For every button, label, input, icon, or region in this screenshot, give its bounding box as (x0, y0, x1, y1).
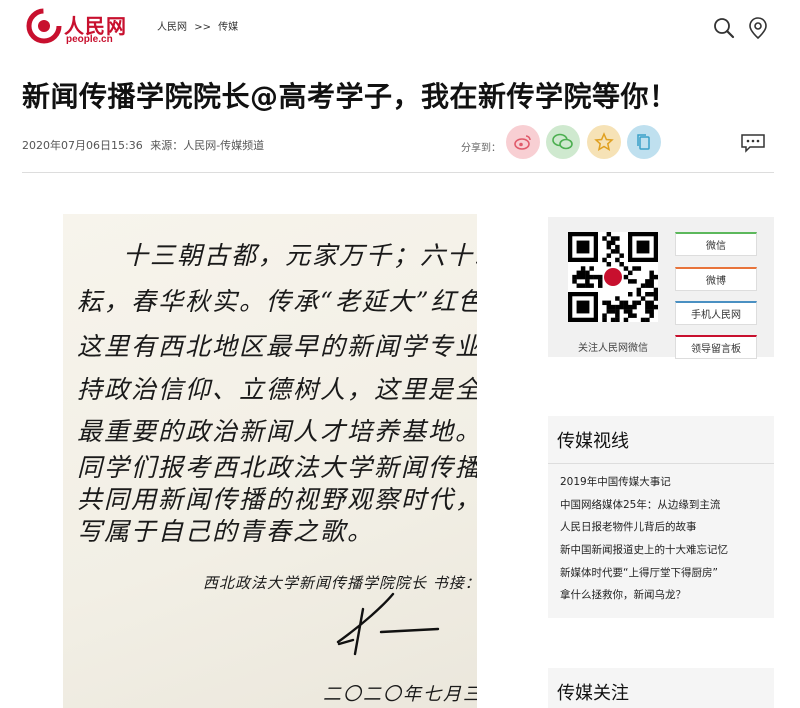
follow-box: 关注人民网微信 微信 微博 手机人民网 领导留言板 (548, 217, 774, 359)
link-weibo[interactable]: 微博 (675, 267, 757, 291)
list-item[interactable]: 2019年中国传媒大事记 (560, 471, 774, 494)
breadcrumb: 人民网 >> 传媒 (157, 18, 242, 33)
link-message-board[interactable]: 领导留言板 (675, 335, 757, 359)
article-date: 2020年07月06日15:36 (22, 139, 143, 152)
list-item[interactable]: 新中国新闻报道史上的十大难忘记忆 (560, 539, 774, 562)
share-wechat-button[interactable] (546, 125, 580, 159)
search-icon[interactable] (712, 16, 736, 40)
article-title: 新闻传播学院院长@高考学子，我在新传学院等你！ (22, 80, 678, 113)
media-focus-panel: 传媒关注 (548, 668, 774, 708)
breadcrumb-media[interactable]: 传媒 (218, 22, 238, 33)
media-view-panel: 传媒视线 2019年中国传媒大事记 中国网络媒体25年：从边缘到主流 人民日报老… (548, 416, 774, 618)
article-source[interactable]: 来源：人民网-传媒频道 (150, 139, 264, 152)
link-wechat[interactable]: 微信 (675, 232, 757, 256)
wechat-icon (552, 133, 573, 150)
share-qzone-button[interactable] (587, 125, 621, 159)
list-item[interactable]: 新媒体时代要“上得厅堂下得厨房” (560, 562, 774, 585)
breadcrumb-home[interactable]: 人民网 (157, 22, 187, 33)
share-copy-button[interactable] (627, 125, 661, 159)
list-item[interactable]: 拿什么拯救你，新闻乌龙？ (560, 584, 774, 607)
weibo-icon (514, 135, 531, 150)
share-label: 分享到： (461, 143, 501, 154)
breadcrumb-separator: >> (194, 22, 211, 33)
handwritten-letter-image: 十三朝古都，元家万千；六十载耕 耘，春华秋实。传承“老延大”红色基因， 这里有西… (63, 214, 477, 708)
qr-code (568, 232, 658, 322)
news-list: 2019年中国传媒大事记 中国网络媒体25年：从边缘到主流 人民日报老物件儿背后… (548, 464, 774, 607)
letter-date-text: 二〇二〇年七月三日 (323, 684, 477, 705)
site-logo[interactable]: 人民网 people.cn (26, 8, 136, 48)
header-divider (22, 172, 774, 173)
qr-logo (604, 268, 622, 286)
comment-icon[interactable] (740, 133, 766, 153)
panel-title: 传媒关注 (557, 683, 629, 704)
share-weibo-button[interactable] (506, 125, 540, 159)
copy-icon (637, 134, 650, 150)
article-meta: 2020年07月06日15:36 来源：人民网-传媒频道 (22, 137, 268, 153)
logo-text-en: people.cn (66, 34, 113, 45)
star-icon (594, 132, 614, 152)
signature-scribble (336, 592, 440, 656)
logo-mark-icon (26, 8, 62, 44)
qr-caption: 关注人民网微信 (578, 343, 648, 354)
site-header: 人民网 people.cn 人民网 >> 传媒 (0, 0, 800, 56)
list-item[interactable]: 人民日报老物件儿背后的故事 (560, 516, 774, 539)
link-mobile[interactable]: 手机人民网 (675, 301, 757, 325)
location-icon[interactable] (746, 16, 770, 40)
list-item[interactable]: 中国网络媒体25年：从边缘到主流 (560, 494, 774, 517)
panel-title: 传媒视线 (548, 416, 774, 464)
